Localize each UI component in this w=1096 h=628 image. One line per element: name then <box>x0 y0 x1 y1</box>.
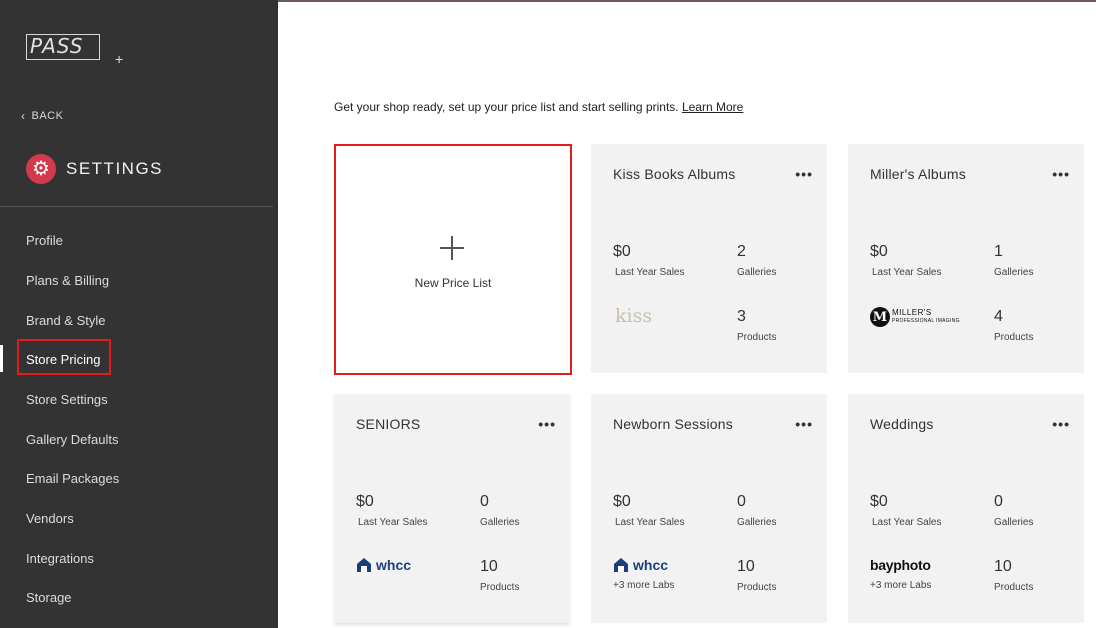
plus-icon <box>440 236 464 260</box>
card-title: Kiss Books Albums <box>613 166 736 182</box>
sidebar-item-email-packages[interactable]: Email Packages <box>26 471 119 486</box>
products-label: Products <box>737 332 777 343</box>
logo-text: PASS <box>30 34 84 58</box>
products-value: 10 <box>994 558 1012 575</box>
sales-value: $0 <box>870 493 888 510</box>
sidebar-item-vendors[interactable]: Vendors <box>26 511 74 526</box>
sidebar-item-storage[interactable]: Storage <box>26 590 72 605</box>
sales-label: Last Year Sales <box>358 517 428 528</box>
whcc-wordmark: whcc <box>633 557 669 573</box>
galleries-value: 0 <box>994 493 1003 510</box>
price-list-card[interactable]: Weddings ••• $0 Last Year Sales 0 Galler… <box>848 394 1084 623</box>
whcc-logo: whcc <box>613 557 668 573</box>
more-labs-text: +3 more Labs <box>613 580 675 591</box>
sidebar-item-integrations[interactable]: Integrations <box>26 551 94 566</box>
sidebar-item-gallery-defaults[interactable]: Gallery Defaults <box>26 432 118 447</box>
back-label: BACK <box>31 110 64 122</box>
whcc-wordmark: whcc <box>376 557 412 573</box>
card-title: SENIORS <box>356 416 421 432</box>
sales-value: $0 <box>613 493 631 510</box>
more-dots-icon[interactable]: ••• <box>1052 166 1070 182</box>
galleries-label: Galleries <box>737 267 777 278</box>
more-dots-icon[interactable]: ••• <box>795 416 813 432</box>
intro-text: Get your shop ready, set up your price l… <box>334 100 679 114</box>
products-label: Products <box>994 332 1034 343</box>
products-value: 10 <box>737 558 755 575</box>
products-label: Products <box>737 582 777 593</box>
products-value: 4 <box>994 308 1003 325</box>
chevron-left-icon: ‹ <box>21 109 26 123</box>
new-price-list-label: New Price List <box>414 276 492 290</box>
card-title: Newborn Sessions <box>613 416 733 432</box>
products-label: Products <box>480 582 520 593</box>
sales-label: Last Year Sales <box>872 267 942 278</box>
millers-name: MILLER'S <box>892 308 932 317</box>
back-link[interactable]: ‹ BACK <box>21 110 63 122</box>
sidebar-item-brand-style[interactable]: Brand & Style <box>26 313 106 328</box>
price-list-card[interactable]: Kiss Books Albums ••• $0 Last Year Sales… <box>591 144 827 373</box>
card-title: Weddings <box>870 416 934 432</box>
galleries-label: Galleries <box>737 517 777 528</box>
sales-value: $0 <box>870 243 888 260</box>
new-price-list-card[interactable]: New Price List <box>334 144 572 375</box>
sales-label: Last Year Sales <box>872 517 942 528</box>
settings-title: SETTINGS <box>66 159 164 178</box>
products-value: 3 <box>737 308 746 325</box>
price-list-card[interactable]: Miller's Albums ••• $0 Last Year Sales 1… <box>848 144 1084 373</box>
galleries-value: 0 <box>737 493 746 510</box>
galleries-value: 2 <box>737 243 746 260</box>
galleries-label: Galleries <box>480 517 520 528</box>
sidebar-item-plans-billing[interactable]: Plans & Billing <box>26 273 109 288</box>
card-title: Miller's Albums <box>870 166 966 182</box>
price-list-card[interactable]: Newborn Sessions ••• $0 Last Year Sales … <box>591 394 827 623</box>
millers-logo: M MILLER'S PROFESSIONAL IMAGING <box>870 307 960 327</box>
bayphoto-logo: bayphoto <box>870 557 931 573</box>
products-value: 10 <box>480 558 498 575</box>
active-indicator <box>0 345 3 372</box>
more-dots-icon[interactable]: ••• <box>795 166 813 182</box>
millers-wordmark: MILLER'S PROFESSIONAL IMAGING <box>892 309 960 325</box>
logo-plus: + <box>115 51 124 67</box>
gear-icon: ⚙ <box>26 154 56 184</box>
more-labs-text: +3 more Labs <box>870 580 932 591</box>
sales-value: $0 <box>356 493 374 510</box>
sales-label: Last Year Sales <box>615 517 685 528</box>
more-dots-icon[interactable]: ••• <box>538 416 556 432</box>
millers-m-mark: M <box>870 307 890 327</box>
galleries-label: Galleries <box>994 267 1034 278</box>
whcc-logo: whcc <box>356 557 411 573</box>
pass-logo[interactable]: PASS + <box>26 34 123 68</box>
settings-header: ⚙ SETTINGS <box>26 154 163 184</box>
whcc-house-icon <box>614 558 628 572</box>
products-label: Products <box>994 582 1034 593</box>
galleries-label: Galleries <box>994 517 1034 528</box>
sidebar-divider <box>0 206 273 207</box>
sidebar-item-store-settings[interactable]: Store Settings <box>26 392 108 407</box>
intro-text-line: Get your shop ready, set up your price l… <box>334 100 743 114</box>
galleries-value: 0 <box>480 493 489 510</box>
price-list-card[interactable]: SENIORS ••• $0 Last Year Sales 0 Galleri… <box>334 394 570 623</box>
sales-label: Last Year Sales <box>615 267 685 278</box>
more-dots-icon[interactable]: ••• <box>1052 416 1070 432</box>
kiss-logo: kiss <box>615 305 653 327</box>
sidebar: PASS + ‹ BACK ⚙ SETTINGS Profile Plans &… <box>0 0 278 628</box>
millers-subtitle: PROFESSIONAL IMAGING <box>892 318 960 324</box>
whcc-house-icon <box>357 558 371 572</box>
sales-value: $0 <box>613 243 631 260</box>
learn-more-link[interactable]: Learn More <box>682 100 743 114</box>
sidebar-item-store-pricing[interactable]: Store Pricing <box>26 352 100 367</box>
galleries-value: 1 <box>994 243 1003 260</box>
sidebar-item-profile[interactable]: Profile <box>26 233 63 248</box>
